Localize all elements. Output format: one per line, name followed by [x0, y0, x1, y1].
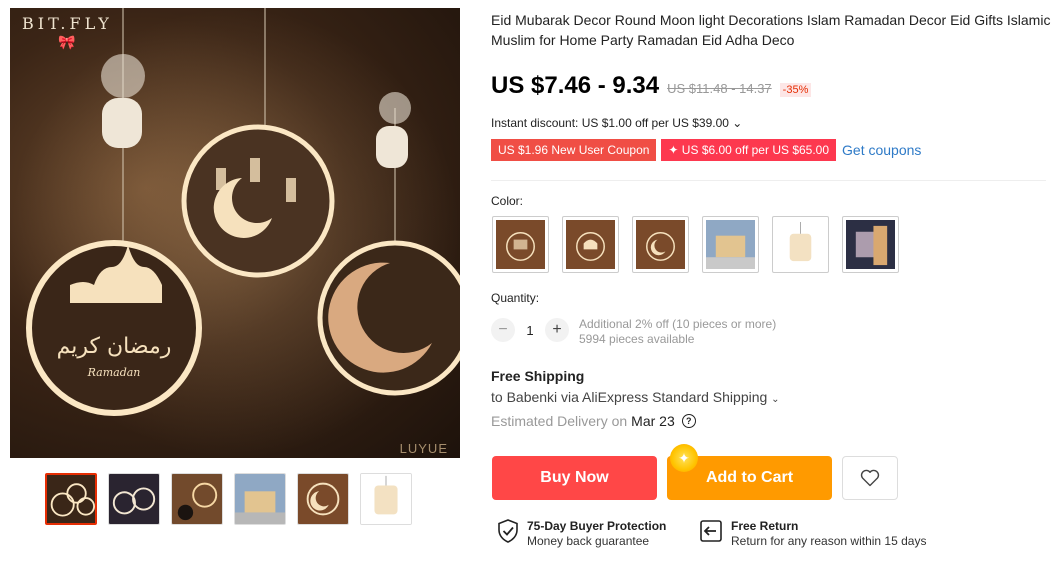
brand-logo: BIT.FLY	[22, 14, 113, 33]
coupon-row: US $1.96 New User Coupon ✦ US $6.00 off …	[491, 139, 921, 161]
product-photo: رمضان كريم Ramadan	[10, 8, 460, 458]
return-icon	[700, 520, 722, 542]
quantity-info: Additional 2% off (10 pieces or more) 59…	[579, 317, 776, 347]
svg-text:Ramadan: Ramadan	[87, 366, 141, 379]
chevron-down-icon: ⌄	[771, 394, 780, 405]
color-option-5[interactable]	[772, 216, 829, 273]
product-title: Eid Mubarak Decor Round Moon light Decor…	[491, 12, 1051, 48]
quantity-increase-button[interactable]: +	[545, 318, 569, 342]
buyer-protection: 75-Day Buyer Protection Money back guara…	[497, 519, 666, 549]
thumbnail-5[interactable]	[297, 473, 349, 525]
heart-icon	[860, 469, 880, 487]
thumbnail-2[interactable]	[108, 473, 160, 525]
quantity-decrease-button[interactable]: −	[491, 318, 515, 342]
free-return-subtitle: Return for any reason within 15 days	[731, 534, 927, 548]
current-price: US $7.46 - 9.34	[491, 72, 660, 99]
original-price: US $11.48 - 14.37	[667, 81, 772, 96]
color-option-3[interactable]	[632, 216, 689, 273]
quantity-value[interactable]: 1	[515, 323, 545, 338]
free-return-title: Free Return	[731, 519, 799, 533]
buyer-protection-title: 75-Day Buyer Protection	[527, 519, 667, 533]
color-option-6[interactable]	[842, 216, 899, 273]
buyer-protection-subtitle: Money back guarantee	[527, 534, 650, 548]
free-return: Free Return Return for any reason within…	[699, 519, 926, 549]
help-icon[interactable]: ?	[681, 414, 696, 428]
bulk-discount-text: Additional 2% off (10 pieces or more)	[579, 317, 777, 331]
thumbnail-1[interactable]	[45, 473, 97, 525]
shipping-title: Free Shipping	[491, 368, 585, 384]
shield-check-icon	[498, 519, 518, 543]
color-option-1[interactable]	[492, 216, 549, 273]
thumbnail-3[interactable]	[171, 473, 223, 525]
thumbnail-4[interactable]	[234, 473, 286, 525]
main-product-image[interactable]: رمضان كريم Ramadan BIT.FLY 🎀 LUYUE	[10, 8, 460, 458]
buy-now-button[interactable]: Buy Now	[492, 456, 657, 500]
delivery-date: Mar 23	[631, 413, 675, 429]
shipping-method-text: to Babenki via AliExpress Standard Shipp…	[491, 389, 768, 405]
quantity-stepper: − 1 +	[491, 318, 569, 342]
wishlist-button[interactable]	[842, 456, 898, 500]
thumbnail-6[interactable]	[360, 473, 412, 525]
delivery-label: Estimated Delivery on	[491, 413, 628, 429]
color-option-4[interactable]	[702, 216, 759, 273]
get-coupons-link[interactable]: Get coupons	[842, 142, 921, 158]
new-user-coupon[interactable]: US $1.96 New User Coupon	[491, 139, 657, 161]
color-swatches	[492, 216, 899, 273]
image-watermark: LUYUE	[399, 441, 448, 456]
color-label: Color:	[491, 194, 524, 208]
brand-bow-icon: 🎀	[58, 34, 76, 50]
svg-text:رمضان كريم: رمضان كريم	[57, 334, 172, 359]
quantity-label: Quantity:	[491, 291, 540, 305]
price-row: US $7.46 - 9.34 US $11.48 - 14.37 -35%	[491, 72, 812, 100]
divider	[491, 180, 1046, 181]
discount-badge: -35%	[779, 83, 812, 97]
sparkle-icon: ✦	[670, 444, 698, 472]
instant-discount[interactable]: Instant discount: US $1.00 off per US $3…	[491, 116, 742, 130]
estimated-delivery: Estimated Delivery on Mar 23 ?	[491, 413, 696, 429]
store-coupon[interactable]: ✦ US $6.00 off per US $65.00	[661, 139, 837, 161]
stock-available-text: 5994 pieces available	[579, 332, 695, 346]
thumbnail-strip	[45, 473, 412, 525]
shipping-method[interactable]: to Babenki via AliExpress Standard Shipp…	[491, 389, 780, 405]
color-option-2[interactable]	[562, 216, 619, 273]
